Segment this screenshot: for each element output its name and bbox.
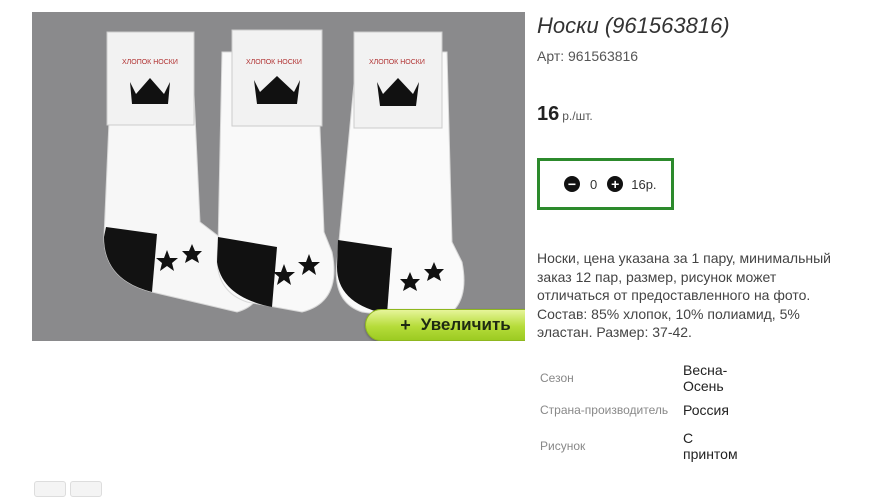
quantity-sum: 16р. <box>631 176 657 192</box>
svg-text:ХЛОПОК НОСКИ: ХЛОПОК НОСКИ <box>122 59 178 66</box>
property-label: Рисунок <box>540 439 586 453</box>
quantity-value[interactable]: 0 <box>590 177 597 192</box>
price-value: 16 <box>537 103 560 125</box>
plus-icon: + <box>400 314 411 335</box>
product-title: Носки (961563816) <box>537 13 730 38</box>
thumbnail[interactable] <box>34 481 66 497</box>
property-label: Сезон <box>540 371 574 385</box>
product-sku: Арт: 961563816 <box>537 48 639 64</box>
sock-right <box>335 31 465 323</box>
property-row: Страна-производитель Россия <box>537 394 743 426</box>
quantity-control: − 0 + 16р. <box>537 158 674 210</box>
property-value: С принтом <box>683 430 738 462</box>
sock-middle <box>216 29 335 313</box>
thumbnail[interactable] <box>70 481 102 497</box>
price-unit: р./шт. <box>562 109 593 123</box>
zoom-button[interactable]: + Увеличить <box>365 309 525 341</box>
minus-icon[interactable]: − <box>564 176 580 192</box>
product-description: Носки, цена указана за 1 пару, минимальн… <box>537 250 831 340</box>
plus-icon[interactable]: + <box>607 176 624 192</box>
product-photo[interactable]: ХЛОПОК НОСКИ ХЛОПОК НОСКИ ХЛОПОК НОСКИ +… <box>32 12 525 341</box>
property-row: Сезон Весна-Осень <box>537 362 743 394</box>
socks-image: ХЛОПОК НОСКИ ХЛОПОК НОСКИ ХЛОПОК НОСКИ <box>103 29 465 323</box>
property-value: Россия <box>683 402 729 418</box>
property-value: Весна-Осень <box>683 362 728 394</box>
zoom-button-label: Увеличить <box>420 315 511 334</box>
product-properties: Сезон Весна-Осень Страна-производитель Р… <box>537 362 743 466</box>
svg-text:ХЛОПОК НОСКИ: ХЛОПОК НОСКИ <box>369 59 425 66</box>
property-row: Рисунок С принтом <box>537 426 743 466</box>
svg-text:ХЛОПОК НОСКИ: ХЛОПОК НОСКИ <box>246 59 302 66</box>
property-label: Страна-производитель <box>540 403 669 417</box>
product-price: 16 р./шт. <box>537 103 593 126</box>
thumbnail-strip <box>34 481 102 497</box>
